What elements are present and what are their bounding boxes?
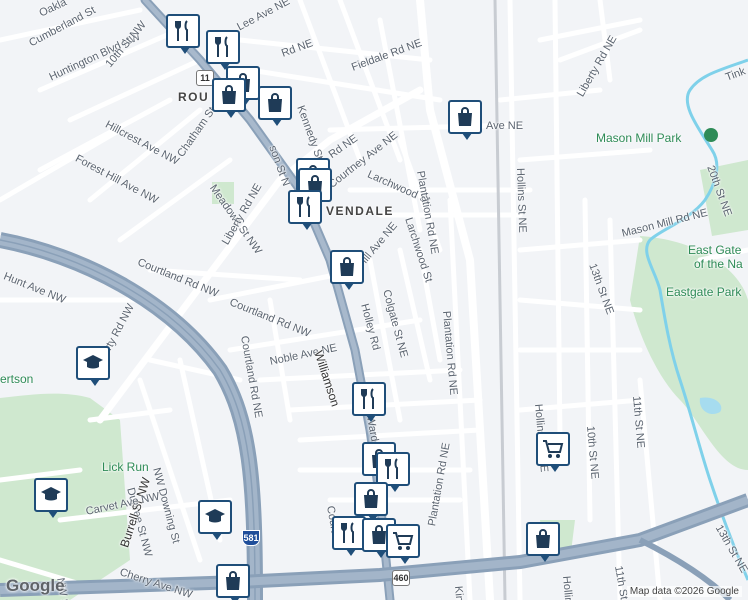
- shopping-pin[interactable]: [448, 100, 482, 140]
- shopping-pin[interactable]: [212, 78, 246, 118]
- label-east-gate-1: East Gate: [688, 243, 742, 257]
- label-eastgate-park[interactable]: Eastgate Park: [666, 285, 741, 299]
- graduation-cap-icon: [83, 355, 103, 369]
- label-robertson: ertson: [0, 372, 34, 386]
- fork-knife-icon: [341, 522, 354, 543]
- shopping-bag-icon: [364, 489, 378, 508]
- restaurant-pin[interactable]: [332, 516, 366, 556]
- i-581-shield: 581: [242, 530, 260, 546]
- restaurant-pin[interactable]: [376, 452, 410, 492]
- shopping-bag-icon: [340, 257, 354, 276]
- label-vendale: VENDALE: [326, 204, 394, 218]
- graduation-cap-icon: [41, 487, 61, 501]
- label-kin: Kin: [452, 585, 466, 600]
- shopping-bag-icon: [458, 107, 472, 126]
- school-pin[interactable]: [198, 500, 232, 540]
- label-hollins-st: Hollins St NE: [514, 167, 529, 233]
- school-pin[interactable]: [34, 478, 68, 518]
- rail-line: [493, 0, 507, 600]
- restaurant-pin[interactable]: [352, 382, 386, 422]
- shopping-pin[interactable]: [354, 482, 388, 522]
- map-attribution[interactable]: Map data ©2026 Google: [626, 586, 742, 597]
- restaurant-pin[interactable]: [206, 30, 240, 70]
- school-pin[interactable]: [76, 346, 110, 386]
- fork-knife-icon: [175, 20, 188, 41]
- restaurant-pin[interactable]: [288, 190, 322, 230]
- shopping-cart-icon: [543, 440, 564, 458]
- restaurant-pin[interactable]: [166, 14, 200, 54]
- graduation-cap-icon: [205, 509, 225, 523]
- google-logo: Google: [6, 576, 65, 595]
- shopping-bag-icon: [226, 571, 240, 590]
- fork-knife-icon: [297, 196, 310, 217]
- park-area-eastgate: [630, 236, 748, 470]
- shopping-cart-pin[interactable]: [386, 524, 420, 564]
- shopping-pin[interactable]: [216, 564, 250, 600]
- label-lick-run: Lick Run: [102, 460, 149, 474]
- shopping-cart-icon: [393, 532, 414, 550]
- shopping-bag-icon: [268, 93, 282, 112]
- us-460-shield: 460: [392, 570, 410, 586]
- tree-icon[interactable]: [704, 128, 718, 142]
- label-mason-mill-park[interactable]: Mason Mill Park: [596, 131, 681, 145]
- label-east-gate-2: of the Na: [694, 257, 743, 271]
- fork-knife-icon: [385, 458, 398, 479]
- shopping-pin[interactable]: [258, 86, 292, 126]
- shopping-pin[interactable]: [526, 522, 560, 562]
- label-ave-ne-top: Ave NE: [486, 120, 524, 132]
- shopping-cart-pin[interactable]: [536, 432, 570, 472]
- label-roundhill: ROU: [178, 90, 210, 104]
- shopping-bag-icon: [536, 529, 550, 548]
- fork-knife-icon: [215, 36, 228, 57]
- fork-knife-icon: [361, 388, 374, 409]
- shopping-pin[interactable]: [330, 250, 364, 290]
- shopping-bag-icon: [222, 85, 236, 104]
- map-canvas[interactable]: Oakla Cumberland St Huntington Blvd NW 1…: [0, 0, 748, 600]
